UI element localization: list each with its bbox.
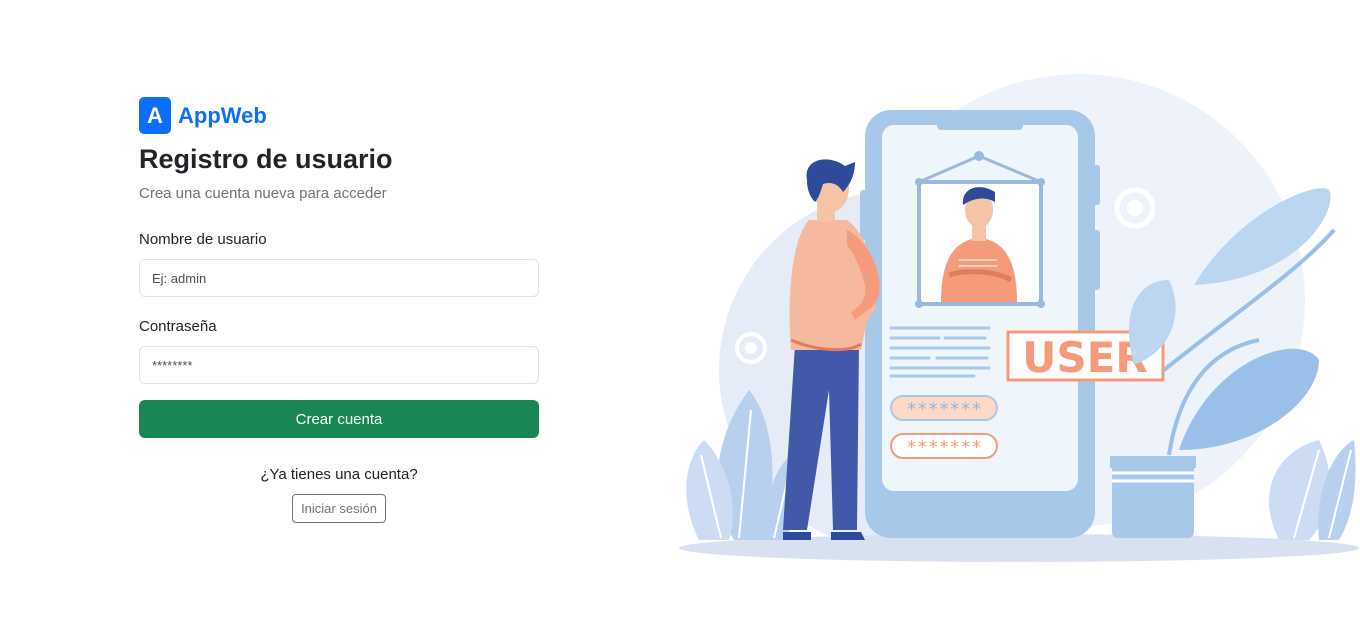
right-bush-icon [1268,440,1356,540]
password-mask-2: ******* [906,437,982,458]
password-input[interactable] [139,346,539,384]
user-registration-illustration: ******* ******* USER [679,74,1359,562]
registration-panel: A AppWeb Registro de usuario Crea una cu… [139,97,539,523]
login-button[interactable]: Iniciar sesión [292,494,386,523]
phone-icon: ******* ******* [860,110,1100,538]
username-input[interactable] [139,259,539,297]
password-mask-1: ******* [906,399,982,420]
username-label: Nombre de usuario [139,231,267,248]
page-title: Registro de usuario [139,144,393,174]
login-prompt: ¿Ya tienes una cuenta? Iniciar sesión [139,466,539,523]
brand-name: AppWeb [178,102,267,128]
create-account-button[interactable]: Crear cuenta [139,400,539,438]
password-label: Contraseña [139,318,217,335]
brand: A AppWeb [139,97,539,134]
page-subtitle: Crea una cuenta nueva para acceder [139,185,387,202]
brand-logo-icon: A [139,97,171,134]
login-question: ¿Ya tienes una cuenta? [260,466,418,483]
user-badge-text: USER [1022,333,1147,382]
